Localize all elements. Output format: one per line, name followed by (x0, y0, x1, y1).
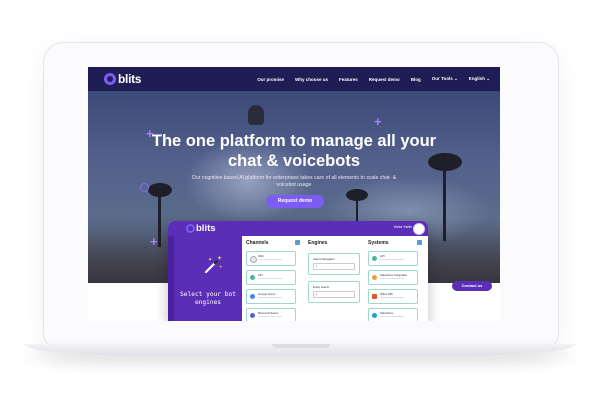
engine-card-label: Select Navigation (313, 257, 335, 261)
text-placeholder (380, 277, 404, 279)
text-placeholder (258, 258, 282, 260)
svg-text:✦: ✦ (219, 264, 223, 269)
app-sidebar-rail (168, 236, 174, 321)
channels-column: Channels Web API Google Home Microsoft T… (246, 239, 300, 321)
checkbox-icon[interactable] (295, 240, 300, 245)
app-header: blits Visitor Kahle (168, 221, 428, 236)
channel-card-label: Web (258, 253, 264, 258)
channel-card-label: API (258, 272, 263, 277)
magic-wand-icon: ✦ ✦ ✦ (204, 255, 223, 274)
app-logo-text: blits (196, 223, 216, 234)
channel-card-label: Microsoft Teams (258, 310, 279, 315)
website-screen: The one platform to manage all your chat… (88, 67, 500, 321)
nav-link-our-promise[interactable]: Our promise (257, 77, 284, 82)
request-demo-button[interactable]: Request demo (266, 195, 324, 208)
globe-icon (250, 255, 257, 263)
top-nav: blits Our promise Why choose us Features… (88, 67, 500, 91)
integration-icon (372, 274, 377, 280)
laptop-notch (272, 344, 330, 348)
system-card[interactable]: API (368, 251, 418, 266)
engine-select-field[interactable]: ▾ (313, 263, 355, 270)
api-icon (250, 274, 255, 280)
nav-link-blog[interactable]: Blog (411, 77, 421, 82)
nav-links: Our promise Why choose us Features Reque… (257, 67, 490, 91)
hero-title: The one platform to manage all your chat… (151, 132, 437, 170)
systems-column: Systems API Salesforce Integration Offic… (368, 239, 422, 321)
channels-heading: Channels (246, 240, 269, 246)
text-placeholder (258, 315, 282, 317)
contact-us-button[interactable]: Contact us (452, 281, 492, 291)
app-logo-icon (186, 224, 195, 233)
channel-card[interactable]: Web (246, 251, 296, 266)
nav-link-request-demo[interactable]: Request demo (369, 77, 400, 82)
logo-text: blits (118, 72, 142, 86)
avatar[interactable] (413, 223, 425, 235)
google-home-icon (250, 293, 255, 299)
nav-link-why-choose-us[interactable]: Why choose us (295, 77, 328, 82)
salesforce-icon (372, 312, 377, 318)
svg-text:✦: ✦ (217, 255, 222, 262)
plus-icon: + (146, 126, 154, 141)
text-placeholder (258, 296, 282, 298)
channel-card[interactable]: Microsoft Teams (246, 308, 296, 321)
logo[interactable]: blits (104, 72, 141, 86)
channel-card[interactable]: Google Home (246, 289, 296, 304)
nav-link-features[interactable]: Features (339, 77, 358, 82)
hero-subtitle: Our cognitive based AI platform for ente… (191, 175, 397, 188)
engine-select-field[interactable]: ▾ (313, 291, 355, 298)
app-sidebar (168, 236, 242, 321)
system-card-label: API (380, 253, 385, 258)
api-icon (372, 255, 377, 261)
plus-icon: + (374, 114, 382, 129)
select-bot-engines-text: Select your bot engines (180, 291, 236, 306)
channel-card[interactable]: API (246, 270, 296, 285)
tree-crown (346, 189, 368, 201)
system-card[interactable]: Salesforce (368, 308, 418, 321)
engine-card[interactable]: Select Navigation ▾ (308, 253, 360, 275)
engine-card[interactable]: Entity search ▾ (308, 281, 360, 303)
engines-column: Engines Select Navigation ▾ Entity search… (308, 239, 362, 303)
logo-icon (104, 73, 116, 85)
text-placeholder (380, 258, 404, 260)
svg-text:✦: ✦ (208, 257, 212, 263)
text-placeholder (380, 315, 404, 317)
checkbox-icon[interactable] (417, 240, 422, 245)
nav-link-our-tools[interactable]: Our Tools ⌄ (432, 76, 458, 82)
app-logo: blits (186, 223, 216, 234)
tree-crown (148, 183, 172, 197)
system-card-label: Salesforce (380, 310, 394, 315)
app-preview-window: blits Visitor Kahle ✦ ✦ ✦ Select your bo… (168, 221, 428, 321)
system-card-label: Salesforce Integration (380, 272, 408, 277)
office-icon (372, 293, 377, 299)
circle-icon (140, 183, 149, 192)
systems-heading: Systems (368, 240, 389, 246)
engines-heading: Engines (308, 240, 328, 246)
channel-card-label: Google Home (258, 291, 276, 296)
system-card-label: Office 365 (380, 291, 393, 296)
text-placeholder (258, 277, 282, 279)
system-card[interactable]: Salesforce Integration (368, 270, 418, 285)
plus-icon: + (150, 234, 158, 249)
system-card[interactable]: Office 365 (368, 289, 418, 304)
teams-icon (250, 312, 255, 318)
tree-trunk (443, 161, 446, 241)
rider-helmet (248, 105, 264, 125)
text-placeholder (380, 296, 404, 298)
engine-card-label: Entity search (313, 285, 330, 289)
language-selector[interactable]: English ⌄ (469, 76, 490, 82)
app-user-label: Visitor Kahle (393, 225, 412, 229)
